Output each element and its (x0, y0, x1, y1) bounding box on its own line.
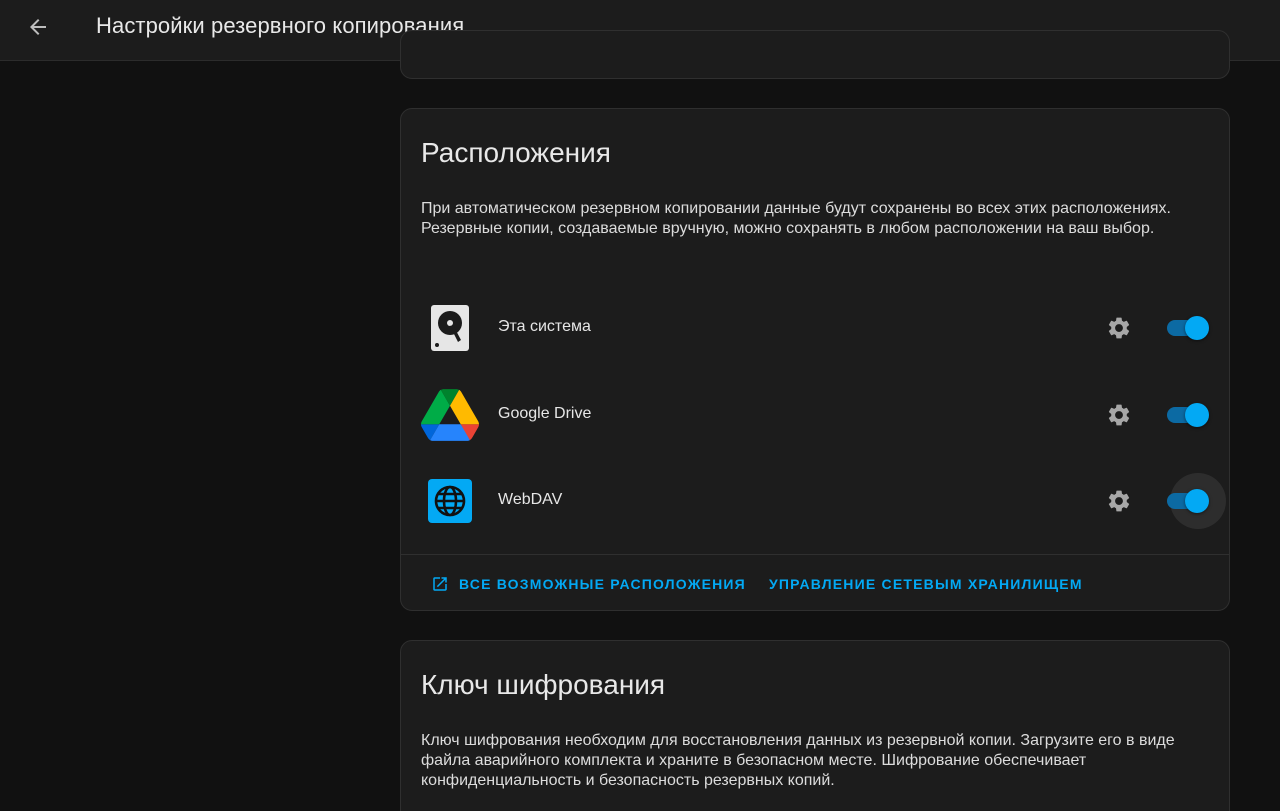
location-enabled-toggle[interactable] (1163, 473, 1226, 529)
previous-settings-card (400, 30, 1230, 79)
locations-card: Расположения При автоматическом резервно… (400, 108, 1230, 611)
gear-icon (1108, 317, 1130, 339)
gear-icon (1108, 404, 1130, 426)
google-drive-icon (421, 389, 479, 441)
settings-gear-button[interactable] (1101, 310, 1137, 346)
location-enabled-toggle[interactable] (1163, 313, 1213, 343)
harddisk-icon (421, 302, 479, 354)
encryption-card: Ключ шифрования Ключ шифрования необходи… (400, 640, 1230, 811)
gear-icon (1108, 490, 1130, 512)
location-name: Эта система (498, 318, 591, 335)
arrow-left-icon (30, 19, 46, 35)
location-row-this-system[interactable]: Эта система (401, 288, 1231, 368)
manage-network-storage-label: УПРАВЛЕНИЕ СЕТЕВЫМ ХРАНИЛИЩЕМ (769, 576, 1083, 592)
manage-network-storage-link[interactable]: УПРАВЛЕНИЕ СЕТЕВЫМ ХРАНИЛИЩЕМ (769, 574, 1083, 594)
locations-description: При автоматическом резервном копировании… (421, 200, 1171, 237)
back-button[interactable] (18, 7, 58, 47)
locations-title: Расположения (421, 137, 611, 168)
open-in-new-icon (433, 577, 447, 591)
location-row-webdav[interactable]: WebDAV (401, 461, 1231, 541)
all-locations-label: ВСЕ ВОЗМОЖНЫЕ РАСПОЛОЖЕНИЯ (459, 576, 746, 592)
encryption-description: Ключ шифрования необходим для восстановл… (421, 732, 1175, 789)
card-actions-divider (401, 554, 1229, 555)
toggle-knob (1185, 316, 1209, 340)
settings-gear-button[interactable] (1101, 397, 1137, 433)
encryption-title: Ключ шифрования (421, 669, 666, 700)
globe-icon (421, 475, 479, 527)
location-row-google-drive[interactable]: Google Drive (401, 375, 1231, 455)
settings-gear-button[interactable] (1101, 483, 1137, 519)
toggle-knob (1185, 403, 1209, 427)
location-name: WebDAV (498, 491, 563, 508)
toggle-knob (1185, 489, 1209, 513)
location-name: Google Drive (498, 405, 592, 422)
location-enabled-toggle[interactable] (1163, 400, 1213, 430)
all-locations-link[interactable]: ВСЕ ВОЗМОЖНЫЕ РАСПОЛОЖЕНИЯ (431, 574, 746, 594)
